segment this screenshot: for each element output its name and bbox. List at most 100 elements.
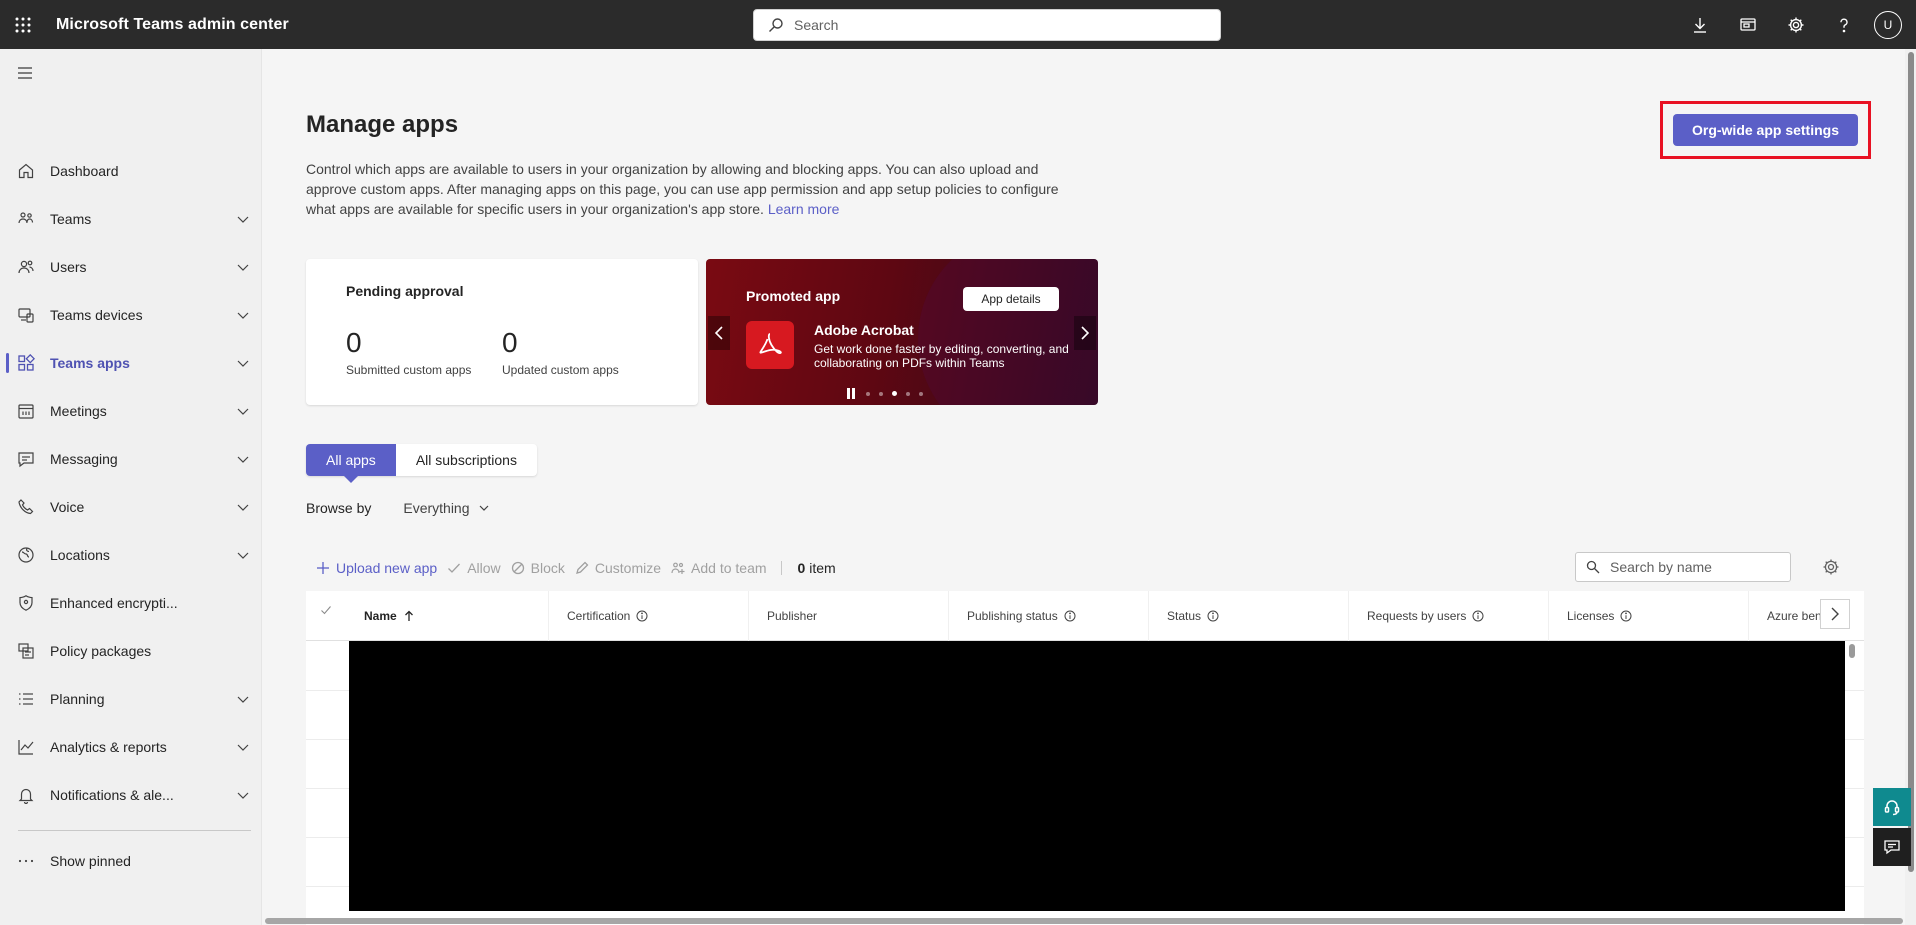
nav-label: Enhanced encrypti... [50,595,178,611]
column-header-publisher[interactable]: Publisher [748,591,948,641]
customize-button[interactable]: Customize [575,560,661,576]
nav-label: Analytics & reports [50,739,167,755]
carousel-dot[interactable] [879,391,883,396]
carousel-indicators [847,388,923,399]
help-assistant-button[interactable] [1873,788,1911,826]
column-header-status[interactable]: Status [1148,591,1348,641]
chevron-down-icon [237,792,249,799]
carousel-dot[interactable] [919,391,923,396]
collapse-menu-icon[interactable] [16,64,34,82]
nav-label: Users [50,259,87,275]
page-description: Control which apps are available to user… [306,159,1066,219]
column-label: Licenses [1567,609,1615,623]
tab-all-subscriptions[interactable]: All subscriptions [396,444,537,476]
column-header-certification[interactable]: Certification [548,591,748,641]
home-icon [16,161,36,181]
info-icon[interactable] [636,610,648,622]
nav-label: Teams [50,211,92,227]
nav-item-meetings[interactable]: Meetings [0,387,262,435]
carousel-next-button[interactable] [1074,316,1096,350]
browse-by-dropdown[interactable]: Everything [403,500,489,516]
plus-icon [317,561,329,574]
app-title[interactable]: Microsoft Teams admin center [56,16,289,34]
submitted-count: 0 [346,327,362,358]
info-icon[interactable] [1207,610,1219,622]
carousel-dot[interactable] [906,391,910,396]
upload-new-app-button[interactable]: Upload new app [316,560,437,576]
checkmark-icon [448,563,461,573]
nav-item-messaging[interactable]: Messaging [0,435,262,483]
nav-item-planning[interactable]: Planning [0,675,262,723]
global-search-input[interactable]: Search [753,9,1221,41]
column-header-requests-by-users[interactable]: Requests by users [1348,591,1548,641]
more-dots-icon [16,851,36,871]
nav-item-locations[interactable]: Locations [0,531,262,579]
screen-share-icon[interactable] [1724,0,1772,49]
column-header-publishing-status[interactable]: Publishing status [948,591,1148,641]
scroll-columns-right-button[interactable] [1820,599,1850,629]
nav-list: Dashboard Teams Users Teams devices Team… [0,147,262,819]
table-vertical-scrollbar[interactable] [1849,644,1855,658]
carousel-dot[interactable] [866,391,870,396]
block-icon [511,561,524,574]
download-icon[interactable] [1676,0,1724,49]
column-header-licenses[interactable]: Licenses [1548,591,1748,641]
column-header-azure-benefits[interactable]: Azure benefi [1748,591,1820,641]
page-scrollbar-thumb[interactable] [1908,52,1914,872]
block-button[interactable]: Block [511,560,565,576]
top-bar: Microsoft Teams admin center Search U [0,0,1916,49]
show-pinned-button[interactable]: Show pinned [0,837,262,885]
updated-custom-apps-stat[interactable]: 0 Updated custom apps [502,327,619,377]
nav-item-voice[interactable]: Voice [0,483,262,531]
feedback-chat-icon [1884,840,1900,855]
search-icon [769,18,783,32]
info-icon[interactable] [1620,610,1632,622]
nav-item-users[interactable]: Users [0,243,262,291]
browse-by-filter: Browse by Everything [306,500,490,516]
column-header-name[interactable]: Name [364,591,554,641]
pause-icon[interactable] [847,388,857,399]
nav-item-analytics-reports[interactable]: Analytics & reports [0,723,262,771]
nav-item-notifications-alerts[interactable]: Notifications & ale... [0,771,262,819]
table-settings-gear-icon[interactable] [1822,558,1840,576]
allow-button[interactable]: Allow [447,559,501,576]
nav-item-teams[interactable]: Teams [0,195,262,243]
promoted-app-description: Get work done faster by editing, convert… [814,342,1069,370]
info-icon[interactable] [1064,610,1076,622]
nav-label: Meetings [50,403,107,419]
nav-item-policy-packages[interactable]: Policy packages [0,627,262,675]
help-question-icon[interactable] [1820,0,1868,49]
select-all-checkmark-icon[interactable] [320,604,332,616]
nav-item-enhanced-encryption[interactable]: Enhanced encrypti... [0,579,262,627]
feedback-button[interactable] [1873,828,1911,866]
allow-label: Allow [467,559,501,576]
chevron-down-icon [479,505,488,511]
learn-more-link[interactable]: Learn more [768,201,840,217]
search-by-name-input[interactable]: Search by name [1575,552,1791,582]
tab-all-apps[interactable]: All apps [306,444,396,483]
carousel-dot-active[interactable] [892,391,897,396]
info-icon[interactable] [1472,610,1484,622]
user-avatar[interactable]: U [1874,10,1902,39]
phone-icon [16,497,36,517]
submitted-custom-apps-stat[interactable]: 0 Submitted custom apps [346,327,471,377]
block-label: Block [530,559,565,576]
nav-item-dashboard[interactable]: Dashboard [0,147,262,195]
sort-ascending-icon [404,610,413,621]
horizontal-scrollbar[interactable] [265,918,1903,924]
settings-gear-icon[interactable] [1772,0,1820,49]
item-count-number: 0 [797,559,806,576]
nav-label: Locations [50,547,110,563]
carousel-prev-button[interactable] [708,316,730,350]
org-wide-app-settings-button[interactable]: Org-wide app settings [1673,114,1858,146]
chevron-down-icon [237,408,249,415]
nav-item-teams-devices[interactable]: Teams devices [0,291,262,339]
app-launcher-icon[interactable] [0,0,46,49]
column-label: Azure benefi [1767,609,1820,623]
promoted-app-label: Promoted app [746,288,841,304]
app-details-button[interactable]: App details [963,287,1059,311]
add-to-team-button[interactable]: Add to team [671,560,767,576]
promoted-app-carousel: Promoted app App details Adobe Acrobat G… [706,259,1098,405]
adobe-acrobat-logo [746,321,794,369]
nav-item-teams-apps[interactable]: Teams apps [0,339,262,387]
